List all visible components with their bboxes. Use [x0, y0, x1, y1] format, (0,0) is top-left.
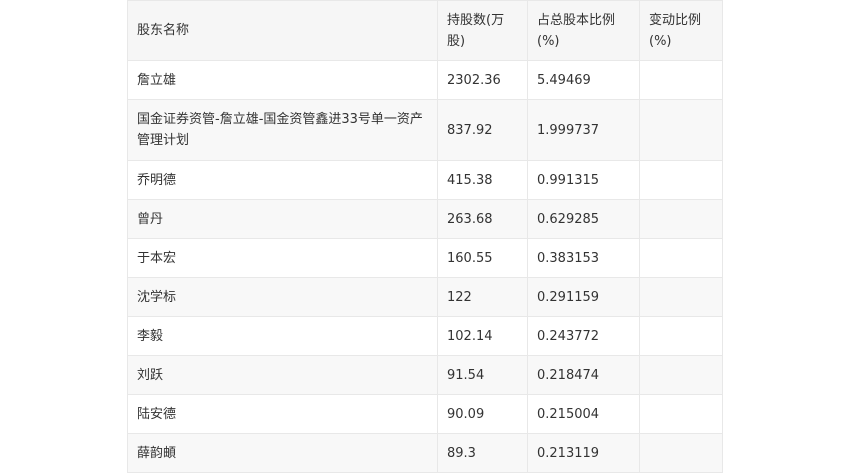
cell-shares-held: 90.09: [437, 394, 528, 434]
cell-shares-held: 415.38: [437, 160, 528, 200]
table-row: 乔明德 415.38 0.991315: [127, 160, 723, 200]
cell-share-ratio: 0.243772: [527, 316, 640, 356]
cell-shares-held: 122: [437, 277, 528, 317]
cell-change-ratio: [639, 394, 723, 434]
cell-shareholder-name: 曾丹: [127, 199, 438, 239]
cell-change-ratio: [639, 199, 723, 239]
header-shares-held: 持股数(万股): [437, 0, 528, 61]
cell-share-ratio: 0.629285: [527, 199, 640, 239]
table-row: 薛韵頔 89.3 0.213119: [127, 433, 723, 473]
cell-change-ratio: [639, 99, 723, 161]
cell-shareholder-name: 陆安德: [127, 394, 438, 434]
cell-shares-held: 91.54: [437, 355, 528, 395]
header-shareholder-name: 股东名称: [127, 0, 438, 61]
cell-change-ratio: [639, 316, 723, 356]
table-row: 国金证券资管-詹立雄-国金资管鑫进33号单一资产管理计划 837.92 1.99…: [127, 99, 723, 161]
cell-shareholder-name: 詹立雄: [127, 60, 438, 100]
cell-shares-held: 837.92: [437, 99, 528, 161]
cell-share-ratio: 0.991315: [527, 160, 640, 200]
cell-shareholder-name: 于本宏: [127, 238, 438, 278]
cell-shares-held: 89.3: [437, 433, 528, 473]
cell-share-ratio: 5.49469: [527, 60, 640, 100]
cell-change-ratio: [639, 238, 723, 278]
table-row: 陆安德 90.09 0.215004: [127, 394, 723, 434]
table-row: 曾丹 263.68 0.629285: [127, 199, 723, 239]
table-row: 詹立雄 2302.36 5.49469: [127, 60, 723, 100]
cell-shares-held: 102.14: [437, 316, 528, 356]
cell-shares-held: 263.68: [437, 199, 528, 239]
cell-shareholder-name: 李毅: [127, 316, 438, 356]
cell-share-ratio: 0.213119: [527, 433, 640, 473]
table-row: 于本宏 160.55 0.383153: [127, 238, 723, 278]
cell-share-ratio: 0.291159: [527, 277, 640, 317]
cell-shareholder-name: 沈学标: [127, 277, 438, 317]
cell-shareholder-name: 乔明德: [127, 160, 438, 200]
cell-change-ratio: [639, 355, 723, 395]
cell-change-ratio: [639, 433, 723, 473]
cell-shareholder-name: 薛韵頔: [127, 433, 438, 473]
table-row: 刘跃 91.54 0.218474: [127, 355, 723, 395]
table-row: 李毅 102.14 0.243772: [127, 316, 723, 356]
cell-change-ratio: [639, 60, 723, 100]
cell-share-ratio: 0.383153: [527, 238, 640, 278]
cell-share-ratio: 1.999737: [527, 99, 640, 161]
cell-share-ratio: 0.218474: [527, 355, 640, 395]
shareholder-table-container: 股东名称 持股数(万股) 占总股本比例(%) 变动比例(%) 詹立雄 2302.…: [127, 0, 723, 473]
table-header-row: 股东名称 持股数(万股) 占总股本比例(%) 变动比例(%): [127, 0, 723, 61]
header-share-ratio: 占总股本比例(%): [527, 0, 640, 61]
header-change-ratio: 变动比例(%): [639, 0, 723, 61]
cell-shares-held: 160.55: [437, 238, 528, 278]
cell-change-ratio: [639, 277, 723, 317]
cell-shareholder-name: 国金证券资管-詹立雄-国金资管鑫进33号单一资产管理计划: [127, 99, 438, 161]
cell-change-ratio: [639, 160, 723, 200]
cell-shareholder-name: 刘跃: [127, 355, 438, 395]
shareholder-table: 股东名称 持股数(万股) 占总股本比例(%) 变动比例(%) 詹立雄 2302.…: [127, 0, 723, 473]
cell-share-ratio: 0.215004: [527, 394, 640, 434]
cell-shares-held: 2302.36: [437, 60, 528, 100]
table-row: 沈学标 122 0.291159: [127, 277, 723, 317]
